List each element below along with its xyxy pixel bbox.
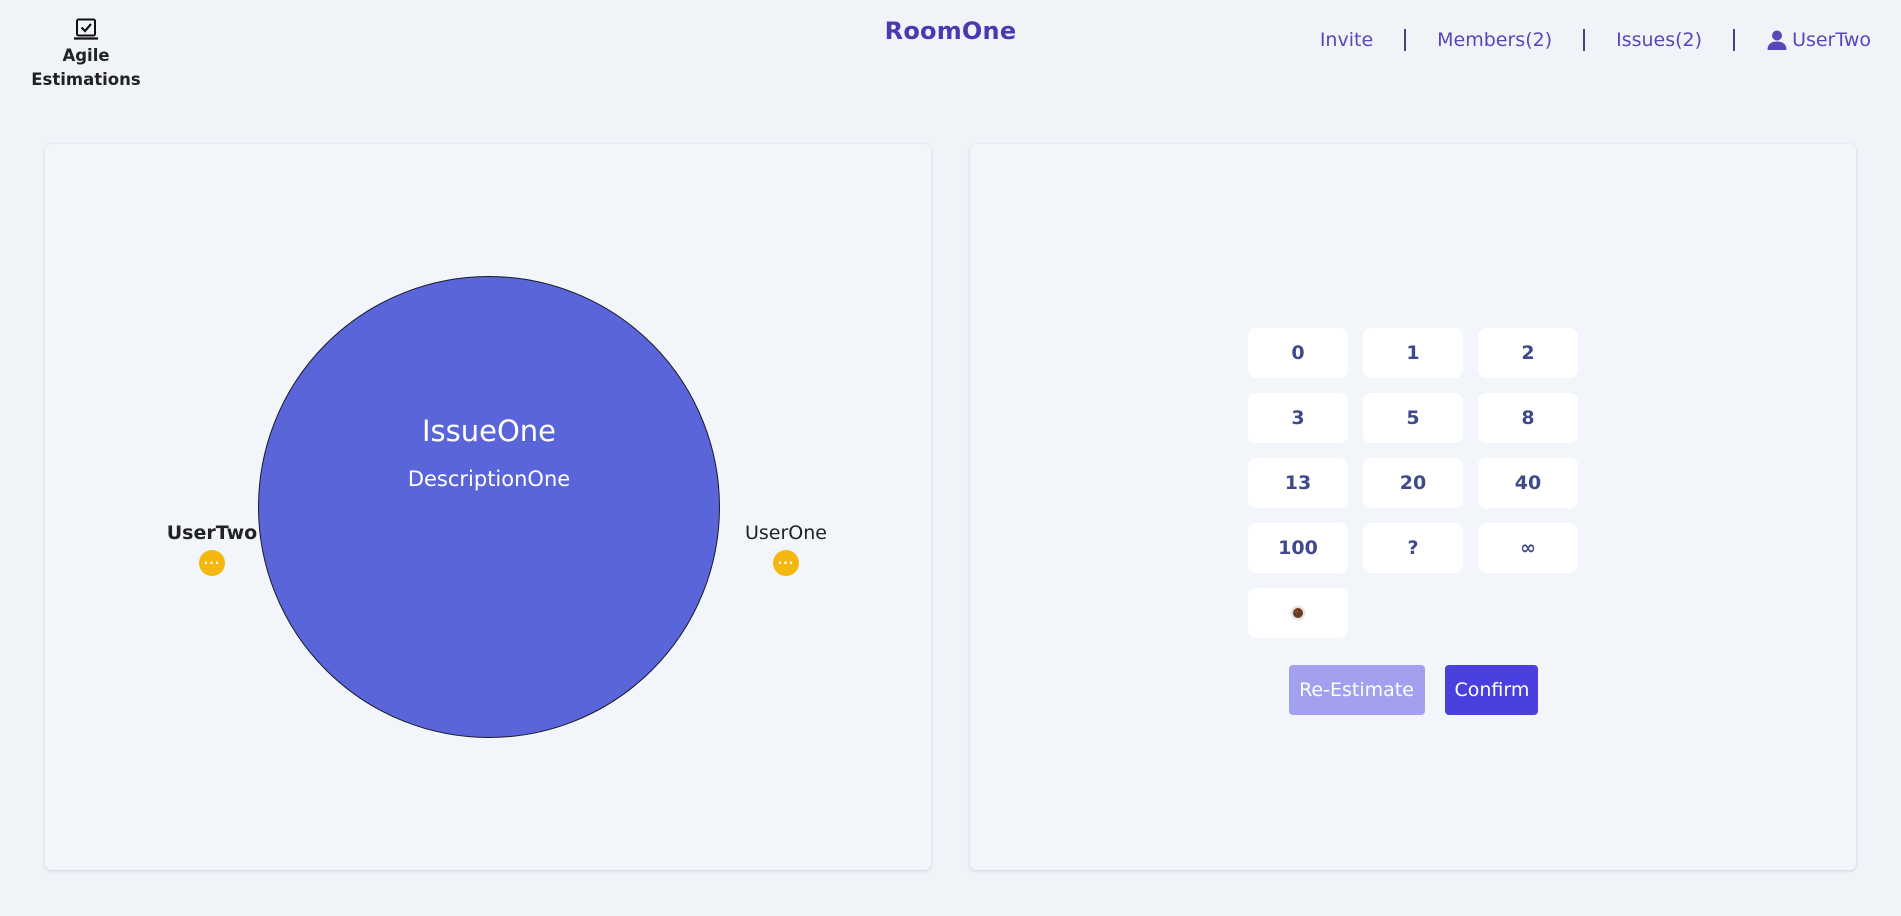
members-link[interactable]: Members(2) [1437, 27, 1552, 53]
issue-description: DescriptionOne [407, 467, 571, 491]
pending-status-icon: ··· [199, 550, 225, 576]
card-1[interactable]: 1 [1363, 328, 1463, 378]
logo-text-line2: Estimations [31, 70, 141, 89]
card-2[interactable]: 2 [1478, 328, 1578, 378]
player-name: UserTwo [166, 522, 258, 544]
re-estimate-button[interactable]: Re-Estimate [1288, 665, 1425, 715]
coffee-cup-icon [1290, 605, 1306, 621]
estimation-cards: 0 1 2 3 5 8 13 20 40 100 ? ∞ [1248, 328, 1580, 638]
player-userone: UserOne ··· [731, 520, 841, 576]
card-100[interactable]: 100 [1248, 523, 1348, 573]
vote-actions: Re-Estimate Confirm [970, 665, 1856, 715]
nav-divider [1583, 29, 1586, 51]
card-13[interactable]: 13 [1248, 458, 1348, 508]
card-5[interactable]: 5 [1363, 393, 1463, 443]
pending-status-icon: ··· [773, 550, 799, 576]
user-icon [1767, 30, 1787, 50]
card-3[interactable]: 3 [1248, 393, 1348, 443]
user-menu[interactable]: UserTwo [1766, 27, 1871, 53]
card-8[interactable]: 8 [1478, 393, 1578, 443]
confirm-button[interactable]: Confirm [1444, 665, 1538, 715]
issue-circle: IssueOne DescriptionOne [258, 276, 720, 738]
issues-link[interactable]: Issues(2) [1616, 27, 1702, 53]
card-0[interactable]: 0 [1248, 328, 1348, 378]
estimation-table-panel: IssueOne DescriptionOne UserTwo ··· User… [45, 144, 931, 870]
logo-text-line1: Agile [62, 46, 110, 65]
card-40[interactable]: 40 [1478, 458, 1578, 508]
player-name: UserOne [745, 522, 827, 544]
card-unknown[interactable]: ? [1363, 523, 1463, 573]
nav-divider [1733, 29, 1736, 51]
invite-link[interactable]: Invite [1320, 27, 1373, 53]
card-infinity[interactable]: ∞ [1478, 523, 1578, 573]
cards-panel: 0 1 2 3 5 8 13 20 40 100 ? ∞ Re-Estimate… [970, 144, 1856, 870]
issue-title: IssueOne [421, 414, 557, 448]
card-coffee[interactable] [1248, 588, 1348, 638]
nav-divider [1404, 29, 1407, 51]
player-usertwo: UserTwo ··· [157, 520, 267, 576]
user-name: UserTwo [1792, 29, 1871, 51]
card-20[interactable]: 20 [1363, 458, 1463, 508]
top-nav: Invite Members(2) Issues(2) UserTwo [1320, 27, 1871, 53]
